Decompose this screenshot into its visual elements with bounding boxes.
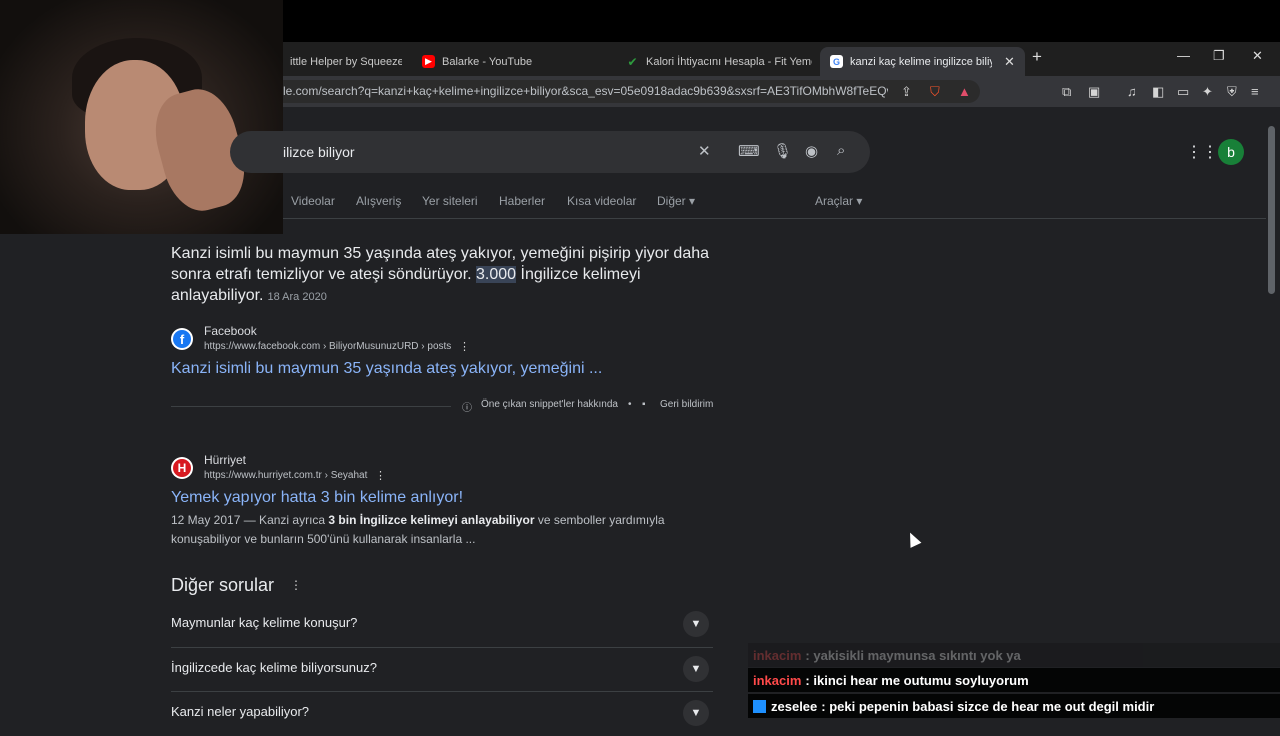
leo-ai-icon[interactable]: ✦	[1202, 84, 1213, 100]
filter-videos[interactable]: Videolar	[291, 194, 335, 208]
more-options-icon[interactable]: ⋮	[375, 469, 386, 482]
chat-message: inkacim : yakisikli maymunsa sıkıntı yok…	[748, 643, 1280, 667]
filter-divider	[283, 218, 1266, 219]
avatar[interactable]: b	[1218, 139, 1244, 165]
fit-yemek-icon: ✔	[627, 54, 638, 69]
chevron-down-icon[interactable]: ▼	[683, 611, 709, 637]
paa-question: Kanzi neler yapabiliyor?	[171, 704, 310, 719]
source-url[interactable]: https://www.facebook.com › BiliyorMusunu…	[204, 341, 451, 352]
tab-fit-yemek[interactable]: ✔ Kalori İhtiyacını Hesapla - Fit Yemek	[626, 47, 812, 76]
search-input[interactable]: ilizce biliyor	[283, 144, 355, 160]
brave-shield-icon[interactable]: ⛉	[930, 84, 940, 100]
desc-bold: 3 bin İngilizce kelimeyi anlayabiliyor	[328, 513, 535, 527]
source-name[interactable]: Facebook	[204, 324, 257, 338]
separator-dot: •	[628, 399, 632, 410]
more-options-icon[interactable]: ⋮	[290, 578, 302, 592]
youtube-icon: ▶	[422, 55, 435, 68]
scrollbar-thumb[interactable]	[1268, 126, 1275, 294]
search-icon[interactable]: ⌕	[837, 142, 845, 159]
desc-part: — Kanzi ayrıca	[240, 513, 329, 527]
tab-label: kanzi kaç kelime ingilizce biliyor	[850, 55, 992, 68]
chat-message: zeselee : peki pepenin babasi sizce de h…	[748, 694, 1280, 718]
filter-short-videos[interactable]: Kısa videolar	[567, 194, 636, 208]
help-icon[interactable]: ⓘ	[462, 399, 472, 414]
google-icon: G	[830, 55, 843, 68]
result-title-link[interactable]: Yemek yapıyor hatta 3 bin kelime anlıyor…	[171, 489, 463, 507]
snippet-date: 18 Ara 2020	[267, 291, 327, 303]
paa-item[interactable]: Maymunlar kaç kelime konuşur? ▼	[171, 603, 713, 647]
filter-more[interactable]: Diğer ▾	[657, 194, 695, 208]
screenshot-icon[interactable]: ▣	[1088, 84, 1100, 100]
feedback-link[interactable]: Geri bildirim	[660, 399, 713, 410]
clear-search-icon[interactable]: ✕	[698, 142, 711, 160]
snippet-highlight: 3.000	[476, 266, 517, 283]
result-title-link[interactable]: Kanzi isimli bu maymun 35 yaşında ateş y…	[171, 360, 602, 378]
chat-text: : yakisikli maymunsa sıkıntı yok ya	[805, 647, 1021, 663]
paa-question: Maymunlar kaç kelime konuşur?	[171, 615, 358, 630]
keyboard-icon[interactable]: ⌨	[738, 142, 760, 160]
google-apps-icon[interactable]: ⋮⋮	[1186, 142, 1218, 162]
paa-question: İngilizcede kaç kelime biliyorsunuz?	[171, 660, 377, 675]
tab-label: Balarke - YouTube	[442, 55, 533, 68]
filter-shopping[interactable]: Alışveriş	[356, 194, 401, 208]
feedback-icon[interactable]: ▪	[642, 399, 646, 410]
tab-label: Kalori İhtiyacını Hesapla - Fit Yemek	[646, 55, 812, 68]
chevron-down-icon[interactable]: ▼	[683, 656, 709, 682]
webcam-overlay	[0, 0, 283, 234]
featured-snippet-text: Kanzi isimli bu maymun 35 yaşında ateş y…	[171, 243, 731, 308]
microphone-icon[interactable]: 🎙	[773, 142, 792, 160]
address-url[interactable]: le.com/search?q=kanzi+kaç+kelime+ingiliz…	[283, 84, 888, 98]
hurriyet-icon: H	[171, 457, 193, 479]
maximize-button[interactable]: ❐	[1213, 48, 1225, 64]
snippet-divider	[171, 406, 451, 407]
tab-google-search[interactable]: G kanzi kaç kelime ingilizce biliyor ✕	[820, 47, 1025, 76]
extensions-icon[interactable]: ⧉	[1062, 84, 1071, 100]
people-also-ask-title: Diğer sorular	[171, 575, 275, 595]
chat-username: inkacim	[753, 672, 802, 688]
source-name[interactable]: Hürriyet	[204, 453, 246, 467]
paa-item[interactable]: İngilizcede kaç kelime biliyorsunuz? ▼	[171, 647, 713, 692]
chat-text: : peki pepenin babasi sizce de hear me o…	[821, 698, 1155, 714]
wallet-icon[interactable]: ▭	[1177, 84, 1189, 100]
result-date: 12 May 2017	[171, 513, 241, 527]
new-tab-button[interactable]: +	[1032, 47, 1042, 67]
camera-search-icon[interactable]: ◉	[805, 142, 818, 160]
filter-places[interactable]: Yer siteleri	[422, 194, 478, 208]
close-window-button[interactable]: ✕	[1252, 48, 1263, 64]
tab-squeezebot[interactable]: ittle Helper by Squeezebot	[270, 47, 402, 76]
media-icon[interactable]: ♫	[1127, 84, 1137, 99]
chat-username: zeselee	[771, 698, 818, 714]
more-options-icon[interactable]: ⋮	[459, 340, 470, 353]
filter-news[interactable]: Haberler	[499, 194, 545, 208]
tab-label: ittle Helper by Squeezebot	[290, 55, 402, 68]
brave-rewards-icon[interactable]: ▲	[958, 84, 971, 99]
share-icon[interactable]: ⇪	[901, 84, 912, 100]
mouse-cursor	[904, 530, 922, 548]
paa-item[interactable]: Kanzi neler yapabiliyor? ▼	[171, 691, 713, 736]
tools-button[interactable]: Araçlar ▾	[815, 194, 862, 208]
chat-username: inkacim	[753, 647, 802, 663]
chat-text: : ikinci hear me outumu soyluyorum	[805, 672, 1029, 688]
about-snippets-link[interactable]: Öne çıkan snippet'ler hakkında	[481, 399, 618, 410]
tab-youtube[interactable]: ▶ Balarke - YouTube	[422, 47, 612, 76]
facebook-icon: f	[171, 328, 193, 350]
vpn-icon[interactable]: ⛨	[1227, 84, 1237, 100]
menu-icon[interactable]: ≡	[1251, 84, 1259, 99]
sidebar-icon[interactable]: ◧	[1152, 84, 1164, 100]
chevron-down-icon[interactable]: ▼	[683, 700, 709, 726]
minimize-button[interactable]: —	[1177, 48, 1190, 63]
result-description: 12 May 2017 — Kanzi ayrıca 3 bin İngiliz…	[171, 511, 711, 549]
close-tab-icon[interactable]: ✕	[1004, 54, 1015, 70]
chat-message: inkacim : ikinci hear me outumu soyluyor…	[748, 668, 1280, 692]
chat-badge-icon	[753, 699, 766, 713]
source-url[interactable]: https://www.hurriyet.com.tr › Seyahat	[204, 470, 367, 481]
